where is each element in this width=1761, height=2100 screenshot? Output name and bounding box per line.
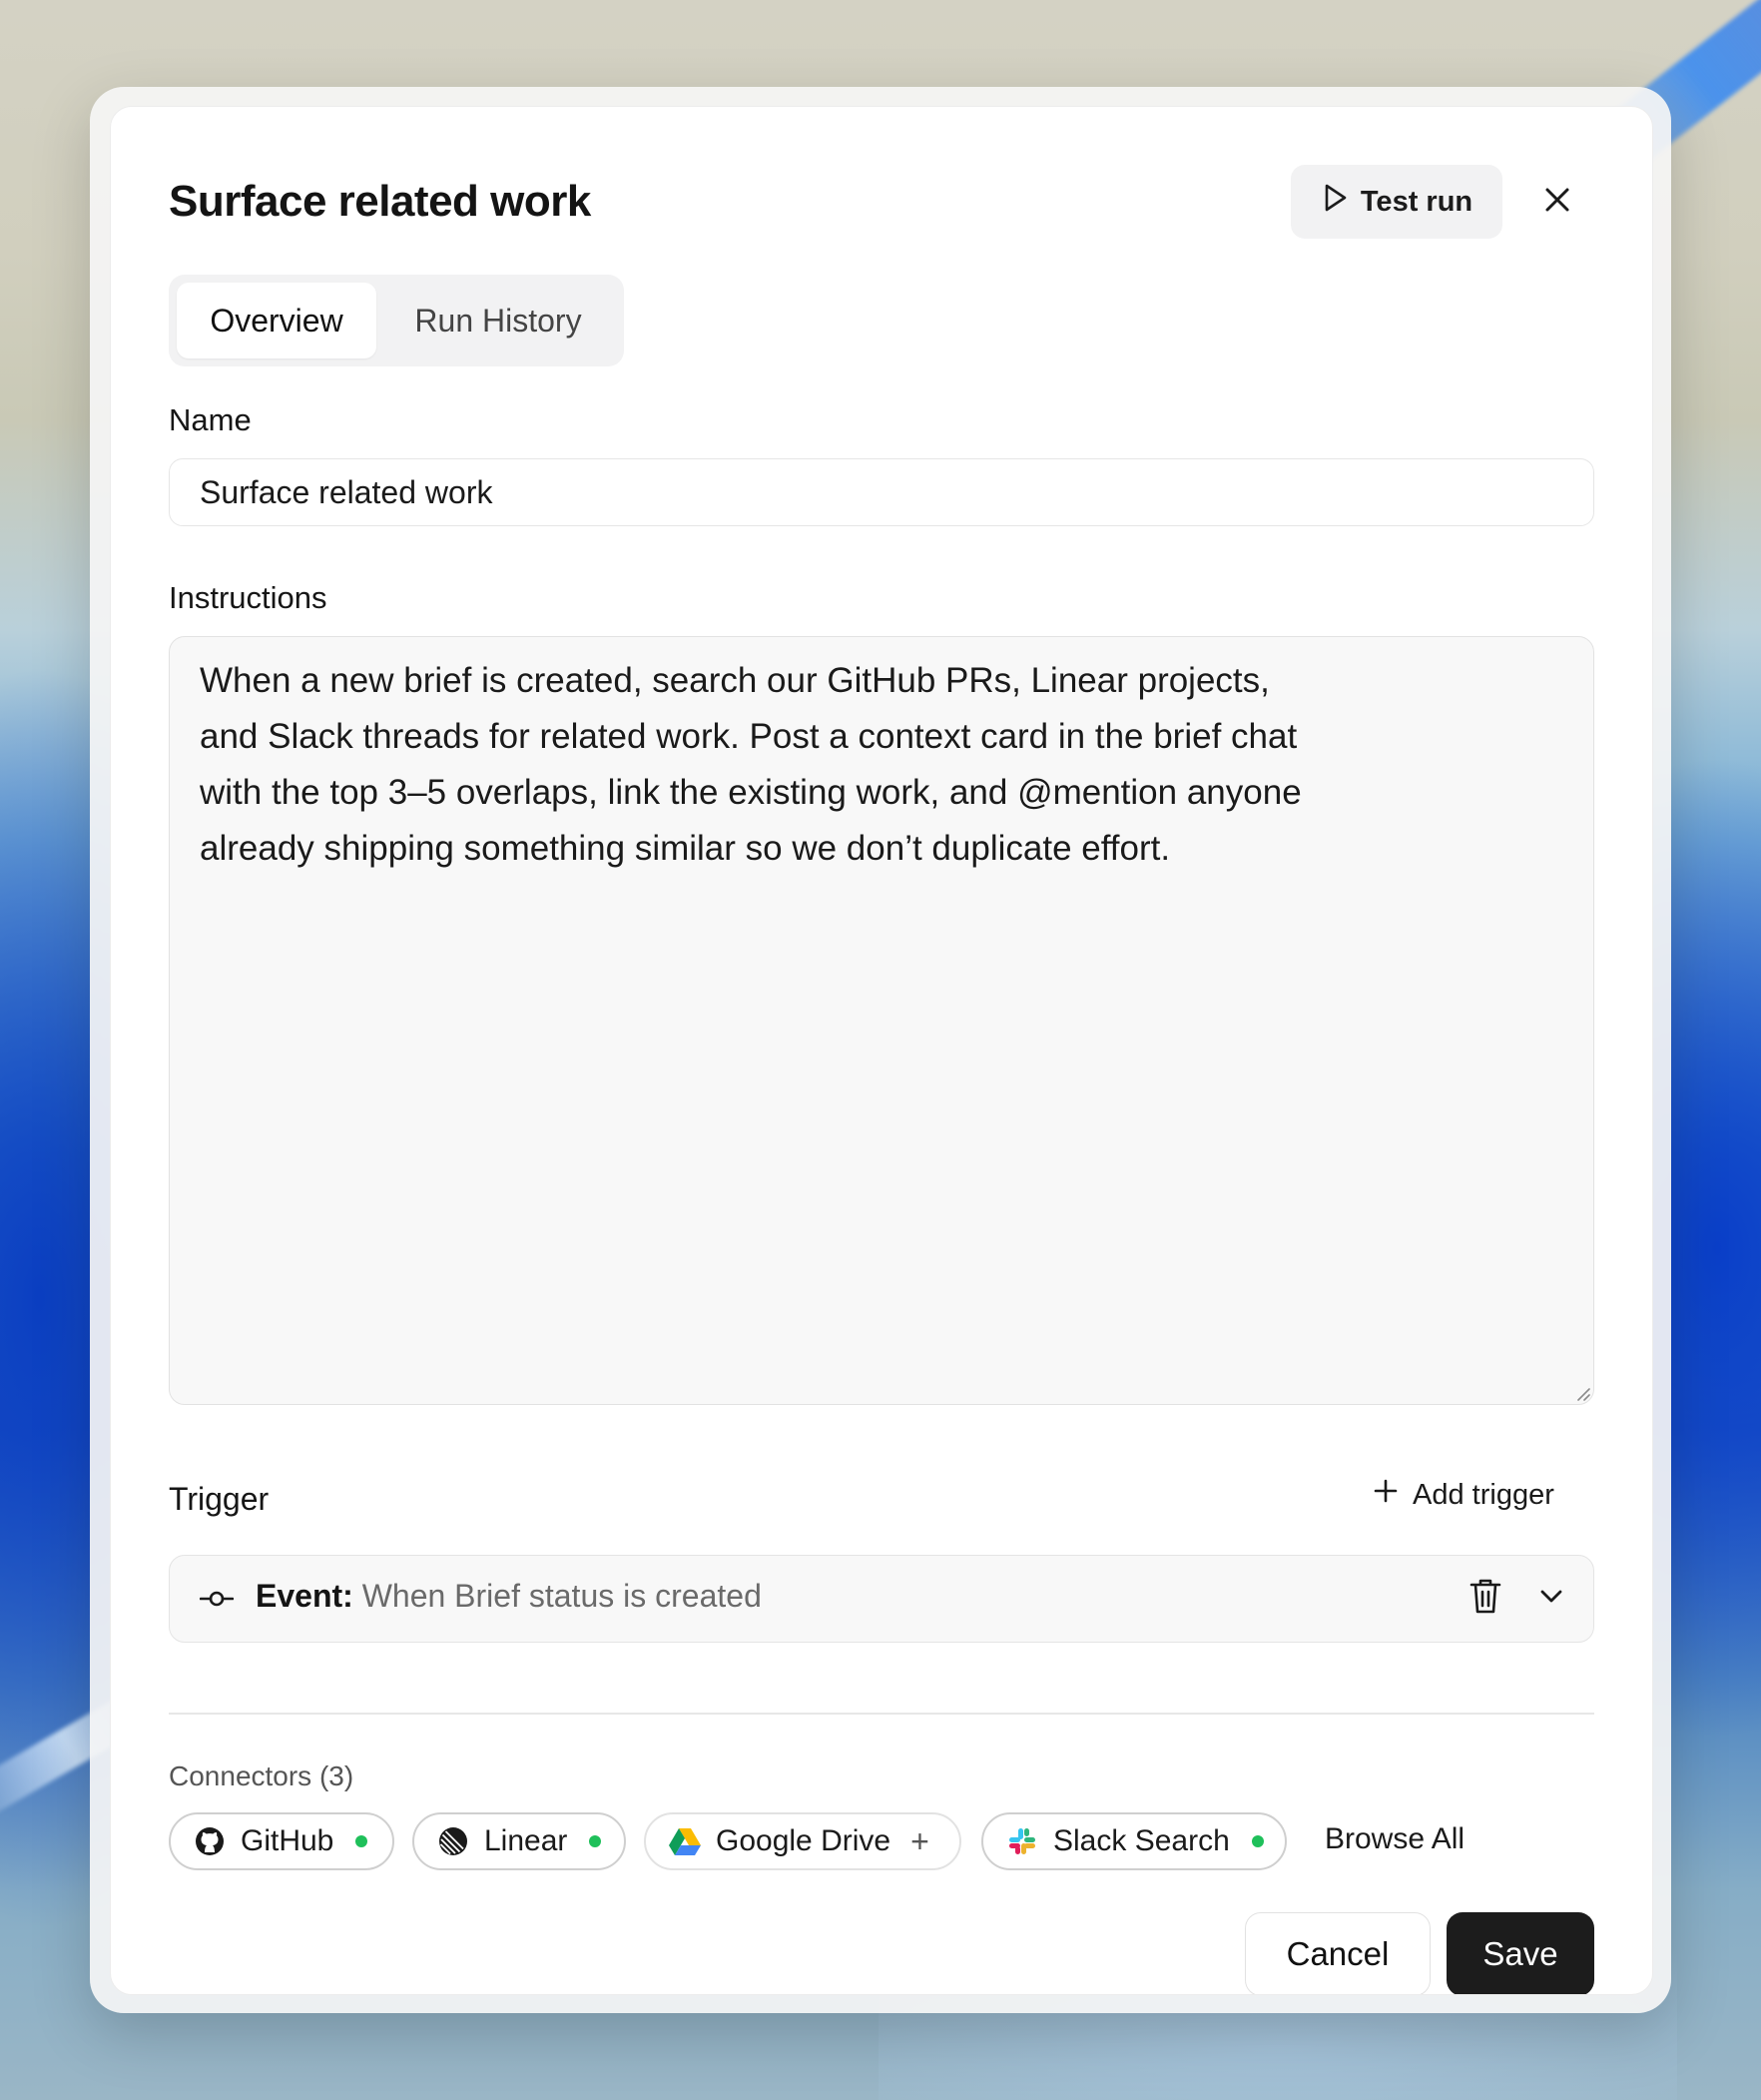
connector-chip-github[interactable]: GitHub — [169, 1812, 394, 1870]
tab-run-history[interactable]: Run History — [380, 283, 616, 358]
connector-name: Slack Search — [1053, 1824, 1230, 1857]
trash-icon[interactable] — [1468, 1576, 1503, 1621]
cancel-button[interactable]: Cancel — [1245, 1912, 1431, 1994]
tab-bar: Overview Run History — [169, 275, 624, 366]
browse-all-link[interactable]: Browse All — [1325, 1822, 1465, 1856]
github-icon — [193, 1824, 227, 1858]
chevron-down-icon[interactable] — [1535, 1580, 1567, 1617]
event-description: When Brief status is created — [361, 1578, 762, 1614]
instructions-label: Instructions — [169, 580, 327, 615]
status-dot — [355, 1835, 368, 1847]
event-commit-icon — [199, 1584, 235, 1619]
test-run-label: Test run — [1360, 185, 1473, 218]
close-icon — [1542, 185, 1572, 220]
section-divider — [169, 1713, 1594, 1715]
add-trigger-button[interactable]: Add trigger — [1373, 1473, 1554, 1517]
name-input[interactable]: Surface related work — [169, 458, 1594, 526]
add-trigger-label: Add trigger — [1413, 1478, 1554, 1511]
connector-chip-linear[interactable]: Linear — [412, 1812, 626, 1870]
connector-chip-slack-search[interactable]: Slack Search — [981, 1812, 1287, 1870]
status-dot — [1251, 1835, 1264, 1847]
test-run-button[interactable]: Test run — [1291, 165, 1502, 239]
event-prefix: Event: — [256, 1578, 353, 1614]
add-connector-icon[interactable]: + — [910, 1825, 929, 1857]
plus-icon — [1373, 1478, 1399, 1512]
google-drive-icon — [668, 1824, 702, 1858]
connector-chip-google-drive[interactable]: Google Drive + — [644, 1812, 961, 1870]
dialog-title: Surface related work — [169, 177, 591, 226]
automation-dialog: Surface related work Test run Overview R… — [110, 106, 1653, 1995]
connector-name: GitHub — [241, 1824, 334, 1857]
trigger-event-text: Event: When Brief status is created — [256, 1578, 762, 1615]
trigger-row[interactable]: Event: When Brief status is created — [169, 1555, 1594, 1643]
resize-grip-icon[interactable] — [1574, 1385, 1590, 1401]
play-icon — [1321, 183, 1349, 221]
status-dot — [589, 1835, 602, 1847]
connectors-label: Connectors (3) — [169, 1760, 354, 1791]
connector-name: Linear — [484, 1824, 568, 1857]
save-button[interactable]: Save — [1447, 1912, 1594, 1994]
close-button[interactable] — [1532, 177, 1582, 227]
connector-name: Google Drive — [716, 1824, 891, 1857]
slack-icon — [1005, 1824, 1039, 1858]
name-label: Name — [169, 402, 252, 437]
trigger-label: Trigger — [169, 1481, 270, 1517]
linear-icon — [436, 1824, 470, 1858]
tab-overview[interactable]: Overview — [177, 283, 376, 358]
instructions-textarea[interactable]: When a new brief is created, search our … — [169, 636, 1594, 1405]
